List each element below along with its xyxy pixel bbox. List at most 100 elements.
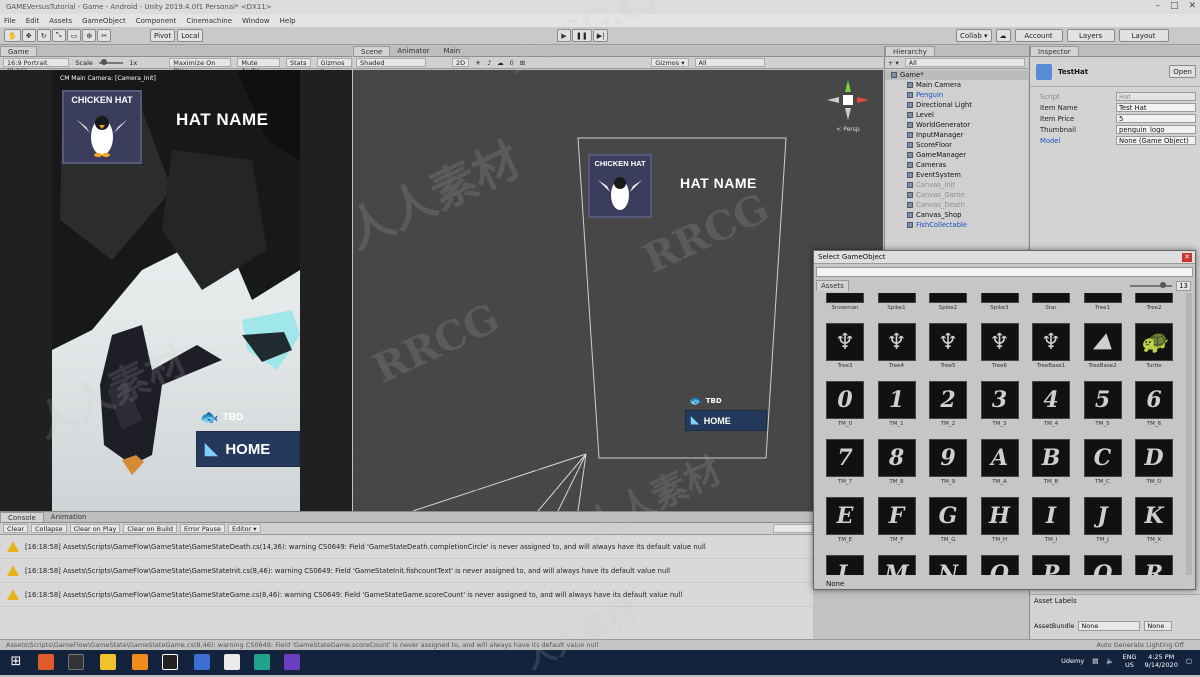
field-value[interactable]: penguin_logo xyxy=(1116,125,1196,134)
dialog-close-icon[interactable]: ✕ xyxy=(1182,253,1192,262)
picker-search-input[interactable] xyxy=(816,267,1193,277)
move-tool-icon[interactable]: ✥ xyxy=(21,29,36,42)
scale-slider[interactable] xyxy=(98,58,124,65)
asset-thumbnail[interactable]: I xyxy=(1032,497,1070,535)
asset-thumbnail[interactable]: D xyxy=(1135,439,1173,477)
hierarchy-item[interactable]: InputManager xyxy=(885,130,1029,140)
picker-scrollbar[interactable] xyxy=(1186,293,1192,575)
tab-inspector[interactable]: Inspector xyxy=(1030,46,1079,56)
asset-thumbnail[interactable]: 7 xyxy=(826,439,864,477)
windows-start-icon[interactable]: ⊞ xyxy=(8,654,24,670)
hat-thumbnail-card[interactable]: CHICKEN HAT xyxy=(62,90,142,164)
gizmos-dropdown[interactable]: Gizmos ▾ xyxy=(316,58,352,75)
clear-button[interactable]: Clear xyxy=(3,524,28,533)
hierarchy-item[interactable]: Game* xyxy=(885,70,1029,80)
hierarchy-item[interactable]: Canvas_Game xyxy=(885,190,1029,200)
hierarchy-item[interactable]: Canvas_Init xyxy=(885,180,1029,190)
collab-button[interactable]: Collab ▾ xyxy=(956,29,992,42)
layout-button[interactable]: Layout xyxy=(1118,29,1169,42)
tab-scene[interactable]: Scene xyxy=(353,46,391,56)
audio-icon[interactable]: ♪ xyxy=(487,59,491,67)
terminal-icon[interactable] xyxy=(68,654,84,670)
unity-icon[interactable] xyxy=(162,654,178,670)
asset-thumbnail[interactable]: 8 xyxy=(877,439,916,477)
menu-cinemachine[interactable]: Cinemachine xyxy=(186,17,232,25)
network-icon[interactable]: ▤ xyxy=(1092,657,1098,665)
menu-assets[interactable]: Assets xyxy=(49,17,72,25)
layers-button[interactable]: Layers xyxy=(1066,29,1115,42)
asset-thumbnail[interactable] xyxy=(980,293,1019,303)
hierarchy-item[interactable]: WorldGenerator xyxy=(885,120,1029,130)
tab-animator[interactable]: Animator xyxy=(390,46,436,56)
asset-thumbnail[interactable]: 9 xyxy=(929,439,967,477)
scale-tool-icon[interactable]: ⤡ xyxy=(51,29,66,42)
collapse-toggle[interactable]: Collapse xyxy=(31,524,67,533)
asset-thumbnail[interactable]: F xyxy=(877,497,916,535)
notifications-icon[interactable]: ▢ xyxy=(1186,657,1192,665)
maximize-icon[interactable]: □ xyxy=(1170,1,1179,11)
rect-tool-icon[interactable]: ▭ xyxy=(66,29,82,42)
hierarchy-item[interactable]: Main Camera xyxy=(885,80,1029,90)
asset-thumbnail[interactable]: 🐢 xyxy=(1135,323,1173,361)
asset-thumbnail[interactable]: N xyxy=(929,555,967,575)
menu-help[interactable]: Help xyxy=(280,17,296,25)
scene-gizmos-dropdown[interactable]: Gizmos ▾ xyxy=(651,58,689,67)
tab-hierarchy[interactable]: Hierarchy xyxy=(885,46,935,56)
step-icon[interactable]: ▶| xyxy=(592,29,609,42)
minimize-icon[interactable]: – xyxy=(1155,1,1160,11)
scene-home-button[interactable]: ◣ HOME xyxy=(685,410,767,431)
menu-edit[interactable]: Edit xyxy=(26,17,40,25)
2d-toggle[interactable]: 2D xyxy=(452,58,470,67)
close-icon[interactable]: ✕ xyxy=(1188,1,1196,11)
resolution-dropdown[interactable]: 16:9 Portrait (9:16) xyxy=(3,58,70,75)
hierarchy-item[interactable]: Directional Light xyxy=(885,100,1029,110)
pause-icon[interactable]: ❚❚ xyxy=(572,29,592,42)
asset-thumbnail[interactable]: 0 xyxy=(826,381,864,419)
asset-thumbnail[interactable]: C xyxy=(1083,439,1122,477)
menu-window[interactable]: Window xyxy=(242,17,270,25)
asset-thumbnail[interactable]: 2 xyxy=(929,381,967,419)
asset-thumbnail[interactable]: 5 xyxy=(1083,381,1122,419)
log-entry[interactable]: [16:18:58] Assets\Scripts\GameFlow\GameS… xyxy=(0,535,813,559)
asset-thumbnail[interactable] xyxy=(826,293,864,303)
rotate-tool-icon[interactable]: ↻ xyxy=(36,29,51,42)
camera-icon[interactable]: ⊞ xyxy=(520,59,525,67)
asset-thumbnail[interactable]: R xyxy=(1135,555,1173,575)
picker-zoom-slider[interactable] xyxy=(1130,281,1173,288)
hierarchy-item[interactable]: Cameras xyxy=(885,160,1029,170)
asset-thumbnail[interactable]: 3 xyxy=(980,381,1019,419)
notes-icon[interactable] xyxy=(224,654,240,670)
error-pause-toggle[interactable]: Error Pause xyxy=(179,524,225,533)
tab-main[interactable]: Main xyxy=(437,46,468,56)
local-button[interactable]: Local xyxy=(177,29,204,42)
asset-thumbnail[interactable]: M xyxy=(877,555,916,575)
clear-on-build-toggle[interactable]: Clear on Build xyxy=(123,524,177,533)
maximize-on-play-toggle[interactable]: Maximize On Play xyxy=(169,58,232,75)
hierarchy-search[interactable]: All xyxy=(904,58,1025,67)
hierarchy-item[interactable]: FishCollectable xyxy=(885,220,1029,230)
orientation-gizmo[interactable]: < Persp xyxy=(823,76,873,136)
field-value[interactable]: 5 xyxy=(1116,114,1196,123)
log-entry[interactable]: [16:18:58] Assets\Scripts\GameFlow\GameS… xyxy=(0,583,813,607)
asset-thumbnail[interactable]: B xyxy=(1032,439,1070,477)
field-value[interactable]: Test Hat xyxy=(1116,103,1196,112)
hierarchy-item[interactable]: Canvas_Death xyxy=(885,200,1029,210)
asset-thumbnail[interactable] xyxy=(877,293,916,303)
hierarchy-item[interactable]: EventSystem xyxy=(885,170,1029,180)
console-search-input[interactable] xyxy=(773,524,813,533)
hierarchy-item[interactable]: GameManager xyxy=(885,150,1029,160)
hand-tool-icon[interactable]: ✋ xyxy=(4,29,21,42)
language-indicator[interactable]: ENG US xyxy=(1122,653,1136,669)
transform-tool-icon[interactable]: ⊕ xyxy=(82,29,97,42)
asset-thumbnail[interactable]: ♆ xyxy=(826,323,864,361)
game-viewport[interactable]: CM Main Camera: [Camera_Init] CHICKEN HA… xyxy=(0,70,352,511)
scene-search-input[interactable]: All xyxy=(694,58,765,67)
asset-thumbnail[interactable]: O xyxy=(980,555,1019,575)
shading-dropdown[interactable]: Shaded xyxy=(356,58,426,67)
effects-icon[interactable]: ☁ xyxy=(497,59,504,67)
create-dropdown[interactable]: + ▾ xyxy=(888,59,899,67)
log-entry[interactable]: [16:18:58] Assets\Scripts\GameFlow\GameS… xyxy=(0,559,813,583)
asset-thumbnail[interactable] xyxy=(929,293,967,303)
hierarchy-item[interactable]: Penguin xyxy=(885,90,1029,100)
asset-thumbnail[interactable]: ♆ xyxy=(929,323,967,361)
